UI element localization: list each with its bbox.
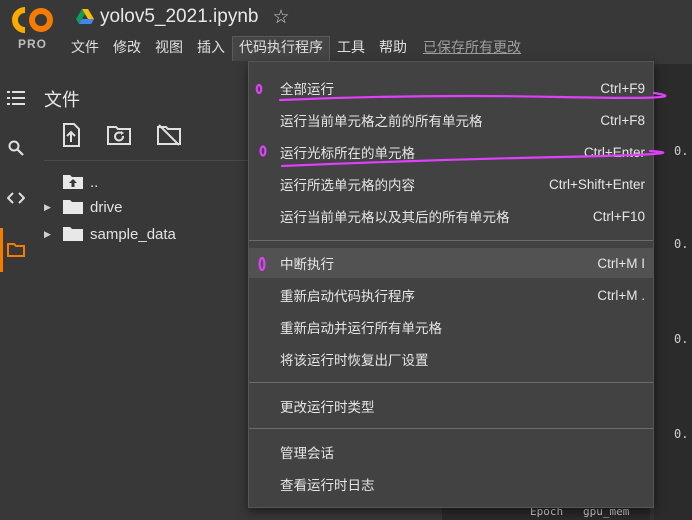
menu-item-label: 运行当前单元格以及其后的所有单元格 bbox=[280, 210, 510, 226]
menu-item-label: 重新启动并运行所有单元格 bbox=[280, 321, 442, 337]
folder-up-icon bbox=[63, 175, 83, 189]
left-rail bbox=[0, 64, 30, 520]
hide-drive-icon[interactable] bbox=[156, 122, 182, 148]
shortcut-label: Ctrl+M I bbox=[597, 255, 645, 271]
menu-item-view-runtime-logs[interactable]: 查看运行时日志 bbox=[249, 469, 653, 499]
menu-tools[interactable]: 工具 bbox=[330, 36, 372, 61]
menu-item-restart-and-run-all[interactable]: 重新启动并运行所有单元格 bbox=[249, 312, 653, 342]
runtime-menu-dropdown: 全部运行 Ctrl+F9 运行当前单元格之前的所有单元格 Ctrl+F8 运行光… bbox=[248, 61, 654, 508]
star-icon[interactable]: ☆ bbox=[272, 6, 289, 28]
menu-separator bbox=[249, 240, 653, 241]
header-bar: PRO yolov5_2021.ipynb ☆ 文件 修改 视图 插入 代码执行… bbox=[0, 0, 692, 64]
notebook-title[interactable]: yolov5_2021.ipynb bbox=[100, 6, 258, 28]
menu-item-label: 更改运行时类型 bbox=[280, 400, 375, 416]
list-icon[interactable] bbox=[6, 88, 26, 108]
menu-item-manage-sessions[interactable]: 管理会话 bbox=[249, 437, 653, 467]
menu-file[interactable]: 文件 bbox=[64, 36, 106, 61]
shortcut-label: Ctrl+Enter bbox=[583, 144, 645, 160]
tree-item-label: drive bbox=[90, 198, 123, 216]
active-indicator bbox=[0, 228, 3, 272]
menu-item-run-all[interactable]: 全部运行 Ctrl+F9 bbox=[249, 73, 653, 103]
menu-item-label: 全部运行 bbox=[280, 82, 334, 98]
tree-item-label: sample_data bbox=[90, 225, 176, 243]
menu-item-change-runtime-type[interactable]: 更改运行时类型 bbox=[249, 391, 653, 421]
menu-item-label: 运行光标所在的单元格 bbox=[280, 146, 415, 162]
menu-insert[interactable]: 插入 bbox=[190, 36, 232, 61]
colab-logo[interactable]: PRO bbox=[10, 4, 56, 56]
menu-item-run-before[interactable]: 运行当前单元格之前的所有单元格 Ctrl+F8 bbox=[249, 105, 653, 135]
shortcut-label: Ctrl+F10 bbox=[592, 208, 645, 224]
refresh-folder-icon[interactable] bbox=[106, 122, 132, 148]
menu-item-label: 运行所选单元格的内容 bbox=[280, 178, 415, 194]
cell-output: 0. bbox=[674, 427, 689, 441]
code-icon[interactable] bbox=[6, 188, 26, 208]
upload-icon[interactable] bbox=[58, 122, 84, 148]
tree-item-drive[interactable]: ▶ drive bbox=[44, 196, 123, 218]
shortcut-label: Ctrl+Shift+Enter bbox=[548, 176, 645, 192]
tree-item-sample-data[interactable]: ▶ sample_data bbox=[44, 223, 176, 245]
saved-status-link[interactable]: 已保存所有更改 bbox=[416, 36, 528, 61]
search-icon[interactable] bbox=[6, 138, 26, 158]
menu-runtime[interactable]: 代码执行程序 bbox=[232, 36, 330, 61]
menu-item-label: 重新启动代码执行程序 bbox=[280, 289, 415, 305]
expand-arrow-icon[interactable]: ▶ bbox=[44, 229, 56, 240]
menu-item-label: 运行当前单元格之前的所有单元格 bbox=[280, 114, 483, 130]
folder-icon[interactable] bbox=[6, 240, 26, 260]
cell-output: 0. bbox=[674, 332, 689, 346]
shortcut-label: Ctrl+M . bbox=[597, 287, 645, 303]
pro-badge: PRO bbox=[18, 37, 48, 51]
menu-item-label: 管理会话 bbox=[280, 446, 334, 462]
shortcut-label: Ctrl+F8 bbox=[600, 112, 645, 128]
tree-item-label: .. bbox=[90, 173, 99, 191]
menu-edit[interactable]: 修改 bbox=[106, 36, 148, 61]
menu-item-run-selection[interactable]: 运行所选单元格的内容 Ctrl+Shift+Enter bbox=[249, 169, 653, 199]
menu-item-run-after[interactable]: 运行当前单元格以及其后的所有单元格 Ctrl+F10 bbox=[249, 201, 653, 231]
menu-item-restart-runtime[interactable]: 重新启动代码执行程序 Ctrl+M . bbox=[249, 280, 653, 310]
cell-output: 0. bbox=[674, 144, 689, 158]
menu-item-factory-reset[interactable]: 将该运行时恢复出厂设置 bbox=[249, 344, 653, 374]
shortcut-label: Ctrl+F9 bbox=[600, 80, 645, 96]
expand-arrow-icon[interactable]: ▶ bbox=[44, 202, 56, 213]
tree-item-parent[interactable]: .. bbox=[44, 171, 98, 193]
folder-icon bbox=[63, 227, 83, 241]
menu-help[interactable]: 帮助 bbox=[372, 36, 414, 61]
menu-separator bbox=[249, 382, 653, 383]
menu-item-label: 查看运行时日志 bbox=[280, 478, 375, 494]
menu-bar: 文件 修改 视图 插入 代码执行程序 工具 帮助 已保存所有更改 bbox=[64, 36, 528, 61]
menu-item-label: 中断执行 bbox=[280, 257, 334, 273]
folder-icon bbox=[63, 200, 83, 214]
drive-icon[interactable] bbox=[76, 9, 94, 25]
cell-output: 0. bbox=[674, 237, 689, 251]
menu-item-label: 将该运行时恢复出厂设置 bbox=[280, 353, 429, 369]
menu-item-run-focused[interactable]: 运行光标所在的单元格 Ctrl+Enter bbox=[249, 137, 653, 167]
files-title: 文件 bbox=[44, 90, 80, 111]
menu-item-interrupt[interactable]: 中断执行 Ctrl+M I bbox=[249, 248, 653, 278]
menu-view[interactable]: 视图 bbox=[148, 36, 190, 61]
menu-separator bbox=[249, 428, 653, 429]
